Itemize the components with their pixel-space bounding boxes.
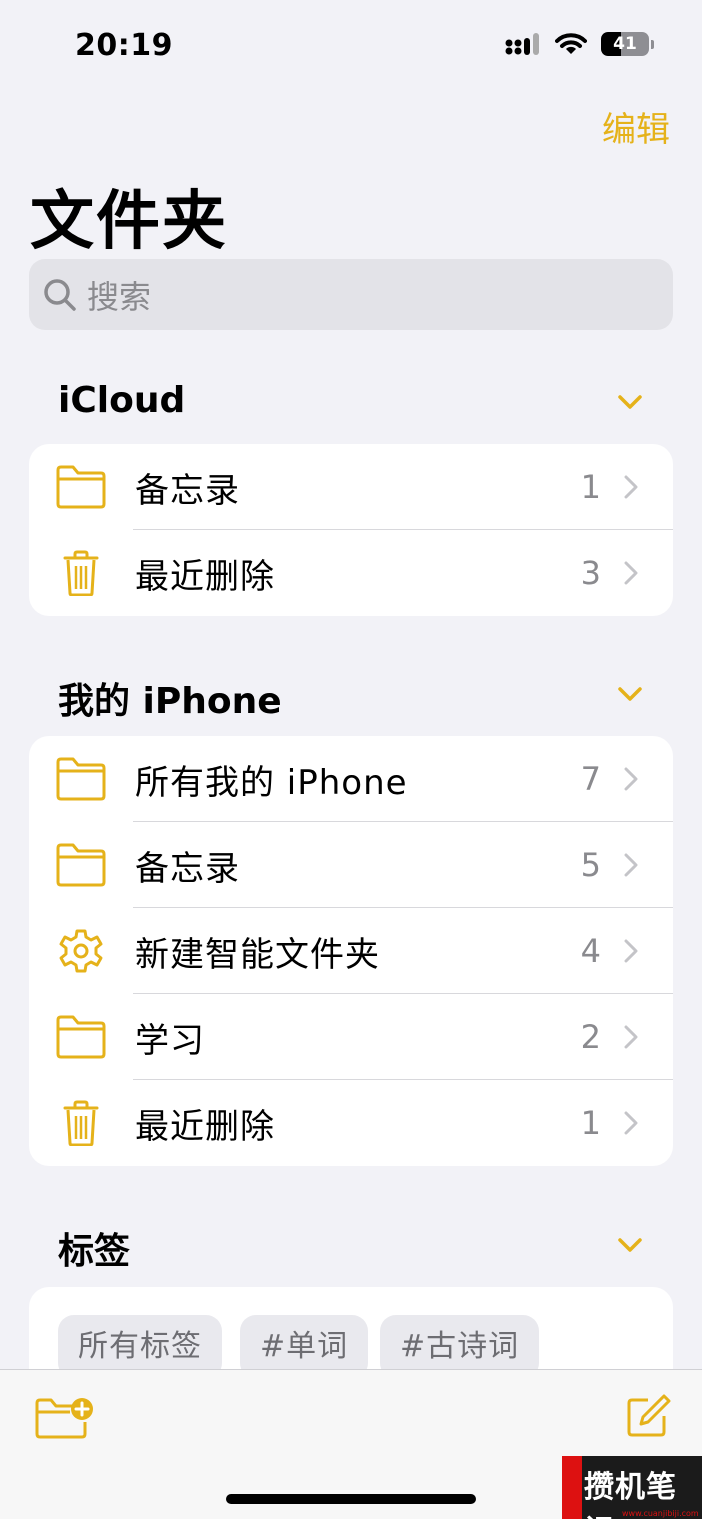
folder-label: 备忘录 [135, 848, 240, 889]
status-icons: 41 [505, 32, 654, 56]
chevron-right-icon [624, 767, 638, 791]
folder-row-icloud-recently-deleted[interactable]: 最近删除 3 [29, 530, 673, 616]
chevron-down-icon[interactable] [616, 680, 644, 708]
folder-count: 2 [580, 1018, 601, 1056]
section-header-tags[interactable]: 标签 [58, 1222, 658, 1274]
folder-row-new-smart-folder[interactable]: 新建智能文件夹 4 [29, 908, 673, 994]
folder-count: 5 [580, 846, 601, 884]
trash-icon [63, 550, 99, 596]
icloud-folder-list: 备忘录 1 最近删除 3 [29, 444, 673, 616]
folder-label: 新建智能文件夹 [135, 934, 380, 975]
section-header-my-iphone[interactable]: 我的 iPhone [58, 672, 658, 724]
wifi-icon [555, 33, 587, 54]
status-bar: 20:19 41 [0, 0, 702, 90]
folder-row-icloud-notes[interactable]: 备忘录 1 [29, 444, 673, 530]
folder-icon [56, 465, 106, 509]
chevron-right-icon [624, 939, 638, 963]
folder-icon [56, 1015, 106, 1059]
folder-count: 1 [580, 1104, 601, 1142]
status-time: 20:19 [75, 28, 173, 63]
edit-button[interactable]: 编辑 [602, 102, 670, 151]
cellular-signal-icon [505, 33, 539, 55]
chevron-right-icon [624, 561, 638, 585]
watermark-logo: 攒机笔记 www.cuanjibiji.com [562, 1456, 702, 1519]
compose-icon[interactable] [624, 1392, 672, 1440]
folder-row-iphone-recently-deleted[interactable]: 最近删除 1 [29, 1080, 673, 1166]
folder-count: 3 [580, 554, 601, 592]
battery-tip [651, 39, 654, 49]
watermark-accent [562, 1456, 582, 1519]
folder-label: 最近删除 [135, 1106, 275, 1147]
folder-count: 7 [580, 760, 601, 798]
gear-icon [59, 929, 103, 973]
folder-label: 最近删除 [135, 556, 275, 597]
chevron-down-icon[interactable] [616, 388, 644, 416]
search-placeholder: 搜索 [87, 277, 152, 316]
chevron-right-icon [624, 853, 638, 877]
folder-label: 备忘录 [135, 470, 240, 511]
battery-percent: 41 [613, 34, 637, 54]
folder-icon [56, 843, 106, 887]
page-title: 文件夹 [30, 185, 228, 259]
folder-icon [56, 757, 106, 801]
new-folder-icon[interactable] [34, 1394, 96, 1442]
search-field[interactable]: 搜索 [29, 259, 673, 330]
folder-row-iphone-notes[interactable]: 备忘录 5 [29, 822, 673, 908]
folder-row-study[interactable]: 学习 2 [29, 994, 673, 1080]
section-header-icloud[interactable]: iCloud [58, 380, 658, 421]
chevron-right-icon [624, 1111, 638, 1135]
folder-count: 1 [580, 468, 601, 506]
chevron-right-icon [624, 1025, 638, 1049]
home-indicator[interactable] [226, 1494, 476, 1504]
folder-row-all-on-iphone[interactable]: 所有我的 iPhone 7 [29, 736, 673, 822]
folder-label: 所有我的 iPhone [135, 762, 408, 803]
search-icon [44, 278, 76, 311]
chevron-right-icon [624, 475, 638, 499]
chevron-down-icon[interactable] [616, 1231, 644, 1259]
watermark-url: www.cuanjibiji.com [622, 1509, 699, 1518]
folder-count: 4 [580, 932, 601, 970]
battery-icon: 41 [601, 32, 649, 56]
folder-label: 学习 [135, 1020, 205, 1061]
iphone-folder-list: 所有我的 iPhone 7 备忘录 5 新建智能文件夹 4 学习 2 最近删除 … [29, 736, 673, 1166]
trash-icon [63, 1100, 99, 1146]
